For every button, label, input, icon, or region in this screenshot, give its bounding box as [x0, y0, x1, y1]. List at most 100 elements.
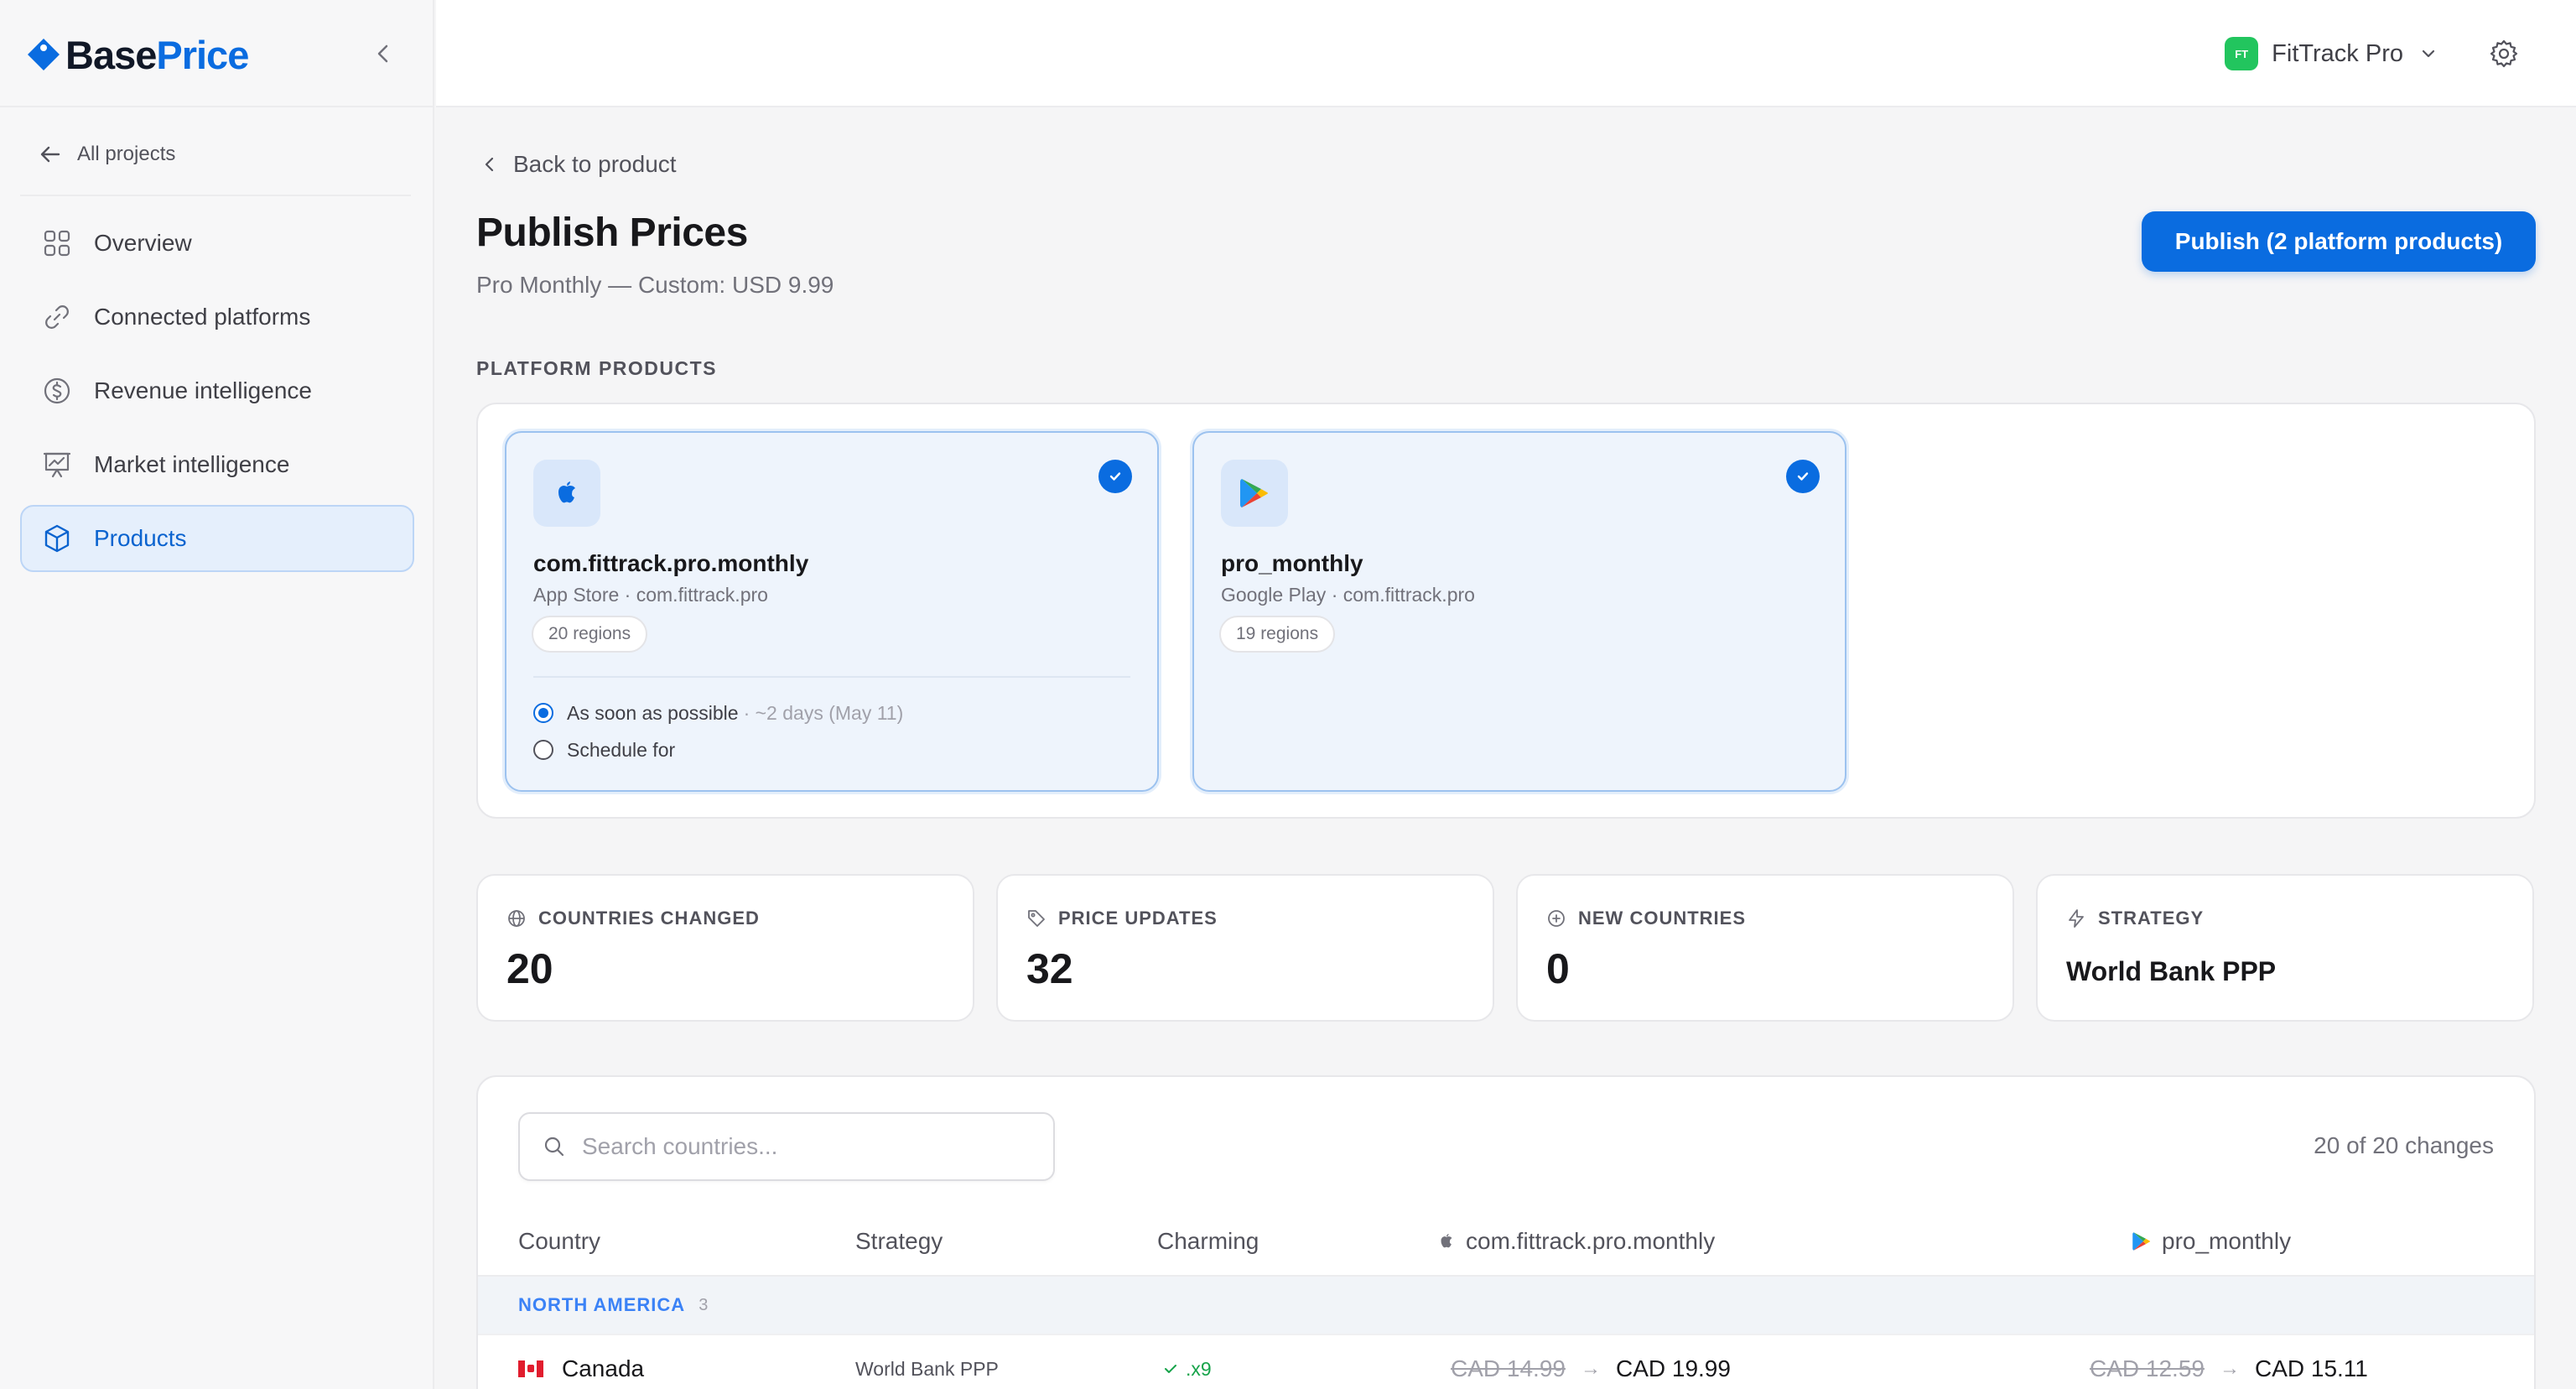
- column-header-appstore[interactable]: com.fittrack.pro.monthly: [1437, 1225, 1715, 1258]
- box-icon: [42, 523, 72, 554]
- platform-product-store: App Store · com.fittrack.pro: [533, 584, 768, 606]
- stat-price-updates: PRICE UPDATES 32: [996, 874, 1494, 1022]
- platform-card-appstore[interactable]: com.fittrack.pro.monthly App Store · com…: [505, 431, 1159, 792]
- column-header-country[interactable]: Country: [518, 1225, 600, 1258]
- publish-button[interactable]: Publish (2 platform products): [2142, 211, 2536, 272]
- search-icon: [542, 1134, 567, 1159]
- changes-table-panel: 20 of 20 changes Country Strategy Charmi…: [476, 1075, 2536, 1389]
- stat-label: STRATEGY: [2098, 908, 2205, 929]
- sidebar-item-products[interactable]: Products: [20, 505, 414, 572]
- platform-product-store: Google Play · com.fittrack.pro: [1221, 584, 1475, 606]
- page-title: Publish Prices: [476, 211, 748, 255]
- globe-icon: [506, 908, 527, 929]
- stat-label: NEW COUNTRIES: [1578, 908, 1746, 929]
- schedule-for-option[interactable]: Schedule for: [533, 736, 675, 763]
- card-divider: [533, 676, 1130, 678]
- group-name: NORTH AMERICA: [518, 1294, 686, 1315]
- back-to-product-link[interactable]: Back to product: [480, 148, 677, 181]
- googleplay-price-cell: CAD 12.59 → CAD 15.11: [2090, 1354, 2368, 1384]
- workspace-switcher[interactable]: FT FitTrack Pro: [2225, 35, 2440, 72]
- appstore-price-cell: CAD 14.99 → CAD 19.99: [1451, 1354, 1731, 1384]
- all-projects-link[interactable]: All projects: [39, 138, 175, 171]
- arrow-right-icon: →: [2219, 1357, 2240, 1380]
- grid-icon: [42, 228, 72, 258]
- tag-icon: [1026, 908, 1046, 929]
- apple-icon: [1437, 1231, 1456, 1251]
- chart-board-icon: [42, 450, 72, 480]
- platform-products-panel: com.fittrack.pro.monthly App Store · com…: [476, 403, 2536, 819]
- table-row[interactable]: Canada World Bank PPP .x9 CAD 14.99 → CA…: [478, 1334, 2534, 1389]
- settings-button[interactable]: [2487, 37, 2521, 70]
- chevron-left-icon: [480, 154, 500, 174]
- google-play-icon: [2132, 1230, 2152, 1252]
- strategy-cell: World Bank PPP: [855, 1357, 999, 1380]
- nav-divider: [20, 195, 411, 196]
- old-price: CAD 14.99: [1451, 1355, 1566, 1381]
- stat-value: 32: [1026, 945, 1073, 992]
- selected-check-icon[interactable]: [1098, 460, 1132, 493]
- price-tag-icon: [25, 36, 62, 73]
- stat-label: PRICE UPDATES: [1058, 908, 1218, 929]
- search-input[interactable]: [582, 1133, 1035, 1160]
- radio-selected[interactable]: [533, 703, 553, 723]
- plus-circle-icon: [1546, 908, 1566, 929]
- google-play-icon: [1221, 460, 1288, 527]
- lightning-icon: [2066, 908, 2086, 929]
- column-header-charming[interactable]: Charming: [1157, 1225, 1259, 1258]
- arrow-left-icon: [39, 143, 62, 166]
- publish-asap-option[interactable]: As soon as possible · ~2 days (May 11): [533, 700, 903, 726]
- chevron-down-icon: [2417, 42, 2440, 65]
- group-header-row[interactable]: NORTH AMERICA 3: [478, 1275, 2534, 1334]
- arrow-right-icon: →: [1580, 1357, 1601, 1380]
- group-count: 3: [699, 1295, 709, 1314]
- radio-unselected[interactable]: [533, 740, 553, 760]
- asap-hint: · ~2 days (May 11): [743, 701, 904, 724]
- asap-label: As soon as possible: [567, 701, 739, 724]
- change-count: 20 of 20 changes: [2314, 1132, 2494, 1158]
- regions-badge: 19 regions: [1219, 616, 1336, 653]
- platform-card-googleplay[interactable]: pro_monthly Google Play · com.fittrack.p…: [1192, 431, 1846, 792]
- gear-icon: [2490, 39, 2518, 68]
- old-price: CAD 12.59: [2090, 1355, 2205, 1381]
- stat-value: World Bank PPP: [2066, 956, 2277, 986]
- link-icon: [42, 302, 72, 332]
- collapse-sidebar-button[interactable]: [369, 39, 399, 69]
- stat-new-countries: NEW COUNTRIES 0: [1516, 874, 2014, 1022]
- column-header-googleplay[interactable]: pro_monthly: [2132, 1225, 2291, 1258]
- sidebar-item-market-intelligence[interactable]: Market intelligence: [20, 431, 414, 498]
- stat-label: COUNTRIES CHANGED: [538, 908, 760, 929]
- sidebar: BasePrice All projects Overview Connecte…: [0, 0, 434, 1389]
- canada-flag-icon: [518, 1360, 543, 1377]
- schedule-label: Schedule for: [567, 738, 676, 761]
- sidebar-item-overview[interactable]: Overview: [20, 210, 414, 277]
- all-projects-label: All projects: [77, 143, 176, 165]
- stat-strategy: STRATEGY World Bank PPP: [2036, 874, 2534, 1022]
- sidebar-divider: [0, 106, 434, 107]
- sidebar-item-label: Market intelligence: [94, 451, 290, 477]
- search-box[interactable]: [518, 1112, 1055, 1181]
- charming-value: .x9: [1186, 1357, 1212, 1380]
- column-header-strategy[interactable]: Strategy: [855, 1225, 943, 1258]
- top-bar: FT FitTrack Pro: [436, 0, 2576, 107]
- brand-name: BasePrice: [65, 32, 249, 77]
- sidebar-item-label: Overview: [94, 230, 192, 256]
- sidebar-item-label: Revenue intelligence: [94, 377, 312, 403]
- workspace-name: FitTrack Pro: [2272, 39, 2403, 67]
- back-link-label: Back to product: [513, 151, 677, 177]
- stat-value: 0: [1546, 945, 1570, 992]
- sidebar-item-revenue-intelligence[interactable]: Revenue intelligence: [20, 357, 414, 424]
- brand-logo[interactable]: BasePrice: [25, 29, 249, 81]
- charming-cell: .x9: [1162, 1354, 1212, 1384]
- country-cell: Canada: [518, 1354, 644, 1384]
- platform-product-name: com.fittrack.pro.monthly: [533, 550, 809, 576]
- selected-check-icon[interactable]: [1786, 460, 1820, 493]
- apple-icon: [533, 460, 600, 527]
- check-icon: [1162, 1360, 1179, 1377]
- regions-badge: 20 regions: [532, 616, 648, 653]
- workspace-avatar: FT: [2225, 37, 2259, 70]
- chevron-left-icon: [377, 44, 388, 63]
- stat-value: 20: [506, 945, 553, 992]
- sidebar-item-label: Products: [94, 525, 187, 551]
- sidebar-item-connected-platforms[interactable]: Connected platforms: [20, 284, 414, 351]
- platform-product-name: pro_monthly: [1221, 550, 1363, 576]
